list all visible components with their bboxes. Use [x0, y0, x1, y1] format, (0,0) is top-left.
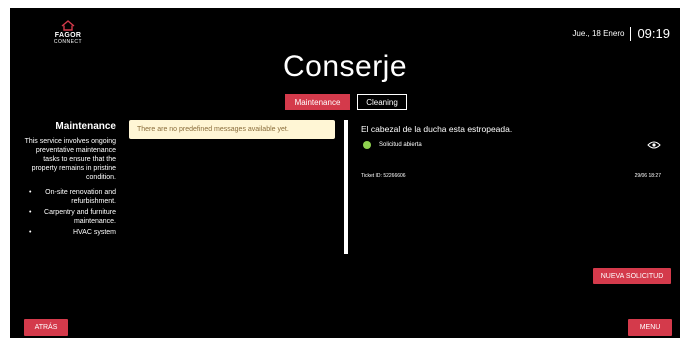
column-divider [344, 120, 348, 254]
header-time: 09:19 [637, 26, 670, 41]
ticket-id: Ticket ID: 52266606 [361, 173, 406, 179]
house-logo-icon [61, 20, 75, 31]
header-datetime: Jue., 18 Enero 09:19 [572, 26, 670, 41]
list-item: On-site renovation and refurbishment. [24, 188, 116, 206]
ticket-status: Solicitud abierta [361, 141, 661, 149]
page-title: Conserje [282, 50, 408, 83]
service-description: This service involves ongoing preventati… [24, 138, 116, 181]
header-date: Jue., 18 Enero [572, 29, 625, 38]
list-item: Carpentry and furniture maintenance. [24, 208, 116, 226]
app-screen: FAGOR CONNECT Jue., 18 Enero 09:19 Conse… [10, 8, 680, 338]
service-description-panel: Maintenance This service involves ongoin… [24, 121, 116, 258]
ticket-date: 29/06 18:27 [634, 173, 661, 179]
back-button[interactable]: ATRÁS [24, 319, 68, 336]
datetime-divider [630, 26, 632, 41]
eye-icon[interactable] [647, 136, 661, 154]
brand-subtitle: CONNECT [53, 39, 83, 45]
ticket-title: El cabezal de la ducha esta estropeada. [361, 124, 513, 134]
status-label: Solicitud abierta [379, 142, 422, 148]
service-title: Maintenance [55, 121, 116, 132]
tab-cleaning[interactable]: Cleaning [357, 94, 407, 110]
brand-logo: FAGOR CONNECT [48, 20, 88, 45]
status-dot-icon [363, 141, 371, 149]
service-items-list: On-site renovation and refurbishment. Ca… [24, 188, 116, 237]
no-messages-alert: There are no predefined messages availab… [129, 120, 335, 139]
new-request-button[interactable]: NUEVA SOLICITUD [593, 268, 671, 284]
ticket-card[interactable]: El cabezal de la ducha esta estropeada. … [361, 124, 661, 179]
predefined-messages-panel: There are no predefined messages availab… [129, 120, 343, 254]
service-tabs: Maintenance Cleaning [285, 94, 407, 110]
list-item: HVAC system [24, 228, 116, 237]
tab-maintenance[interactable]: Maintenance [285, 94, 350, 110]
menu-button[interactable]: MENU [628, 319, 672, 336]
